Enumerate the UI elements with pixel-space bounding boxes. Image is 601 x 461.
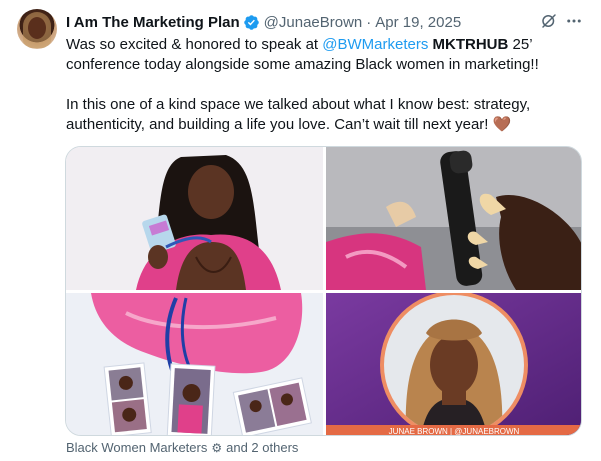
author-handle[interactable]: @JunaeBrown [264, 14, 363, 31]
brown-heart-emoji: 🤎 [492, 116, 512, 133]
verified-badge-icon [243, 14, 259, 30]
grok-icon [542, 14, 556, 28]
text-run: authenticity, and building a life you lo… [66, 116, 493, 133]
photo-4[interactable]: JUNAE BROWN | @JUNAEBROWN [326, 293, 581, 436]
grok-button[interactable] [538, 10, 560, 32]
photo-2[interactable] [326, 147, 581, 290]
tweet-text-line-1: Was so excited & honored to speak at @BW… [66, 35, 586, 55]
photo-1-image [66, 147, 323, 290]
text-run: 25’ [508, 36, 533, 53]
avatar[interactable] [17, 9, 57, 49]
photo-4-banner-text: JUNAE BROWN | @JUNAEBROWN [389, 427, 520, 436]
author-name[interactable]: I Am The Marketing Plan [66, 14, 240, 31]
media-grid: JUNAE BROWN | @JUNAEBROWN [65, 146, 582, 436]
tweet-text-line-4: authenticity, and building a life you lo… [66, 115, 586, 135]
tagged-users[interactable]: Black Women Marketers ⚙ and 2 others [66, 440, 298, 455]
photo-4-image: JUNAE BROWN | @JUNAEBROWN [326, 293, 581, 436]
photo-1[interactable] [66, 147, 323, 290]
header-separator: · [366, 13, 372, 31]
more-button[interactable] [563, 10, 585, 32]
avatar-face [28, 17, 46, 39]
text-run: Was so excited & honored to speak at [66, 36, 323, 53]
tweet-text: Was so excited & honored to speak at @BW… [66, 35, 586, 135]
tweet-header: I Am The Marketing Plan @JunaeBrown · Ap… [66, 12, 461, 32]
tweet-date[interactable]: Apr 19, 2025 [375, 14, 461, 31]
tweet[interactable]: I Am The Marketing Plan @JunaeBrown · Ap… [0, 0, 601, 461]
tagged-others[interactable]: and 2 others [226, 440, 298, 455]
tagged-user-name[interactable]: Black Women Marketers [66, 440, 207, 455]
bold-text: MKTRHUB [432, 36, 509, 53]
photo-3[interactable] [66, 293, 323, 435]
tweet-text-line-2: conference today alongside some amazing … [66, 56, 539, 73]
photo-3-image [66, 293, 323, 435]
photo-2-image [326, 147, 581, 290]
tagged-icon: ⚙ [211, 440, 223, 455]
more-icon [567, 19, 581, 23]
tweet-text-line-3: In this one of a kind space we talked ab… [66, 96, 531, 113]
mention-link[interactable]: @BWMarketers [322, 36, 428, 53]
